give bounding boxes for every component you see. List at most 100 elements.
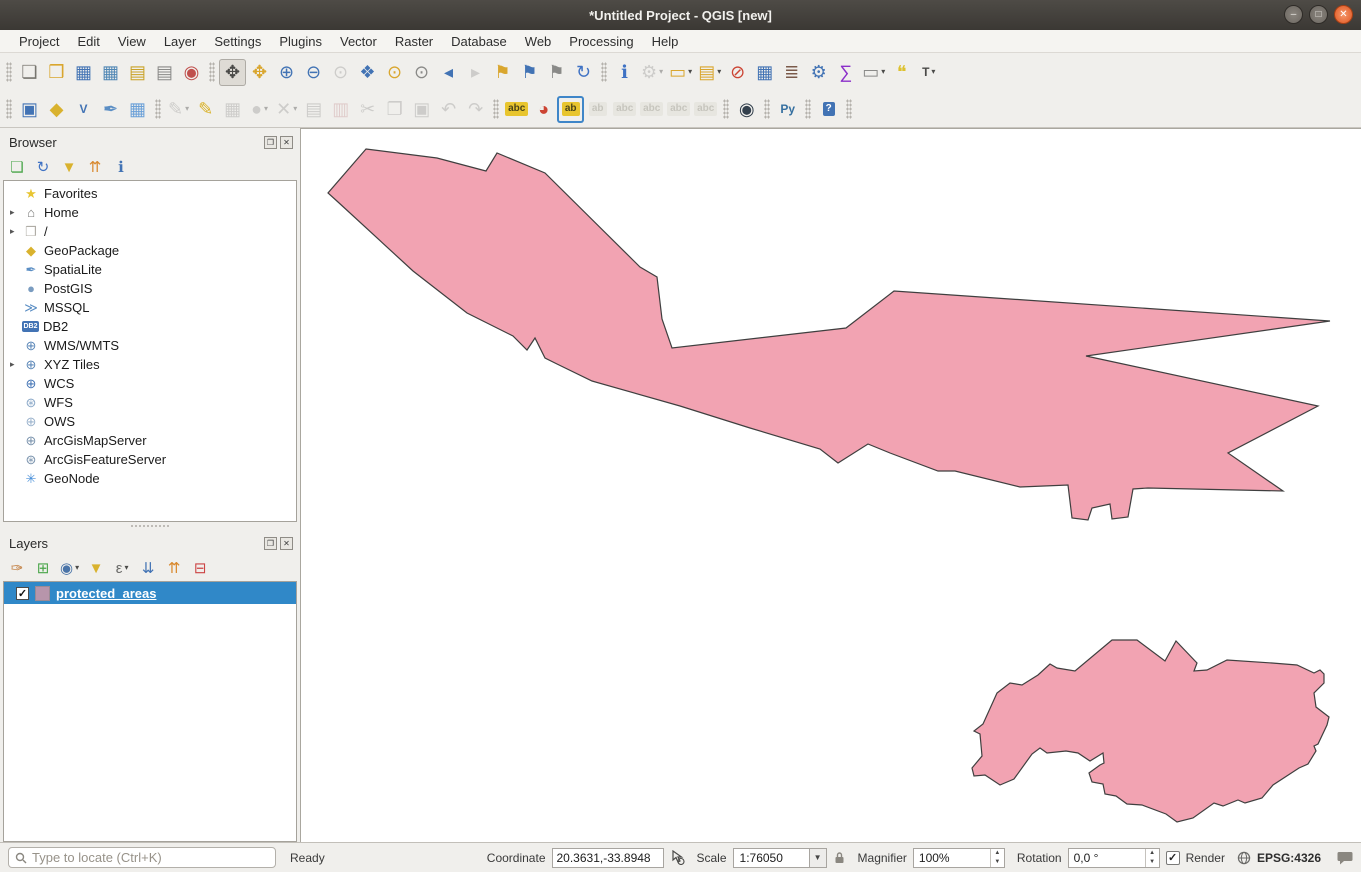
pan-map-button[interactable]: ✥▾ — [219, 59, 246, 86]
filter-by-expression-button[interactable]: ε▾ — [110, 556, 134, 580]
locator-search-input[interactable]: Type to locate (Ctrl+K) — [8, 847, 276, 868]
save-layer-edits-button[interactable]: ▦▾ — [219, 96, 246, 123]
browser-item-home[interactable]: ▸ ⌂ Home — [4, 203, 296, 222]
open-data-source-manager-button[interactable]: ▣▾ — [16, 96, 43, 123]
select-features-button[interactable]: ▭▾ — [666, 59, 695, 86]
processing-toolbox-button[interactable]: ⚙▾ — [805, 59, 832, 86]
scale-combobox[interactable]: 1:76050 ▼ — [733, 848, 827, 868]
python-console-button[interactable]: Py▾ — [774, 96, 801, 123]
open-layer-styling-button[interactable]: ✑▾ — [5, 556, 29, 580]
deselect-features-button[interactable]: ⊘▾ — [724, 59, 751, 86]
copy-features-button[interactable]: ❐▾ — [381, 96, 408, 123]
expand-arrow-icon[interactable]: ▸ — [10, 226, 22, 237]
panel-splitter[interactable] — [130, 524, 170, 529]
expand-arrow-icon[interactable]: ▸ — [10, 207, 22, 218]
dropdown-arrow-icon[interactable]: ▾ — [124, 564, 128, 572]
collapse-all-button[interactable]: ⇈▾ — [162, 556, 186, 580]
menu-plugins[interactable]: Plugins — [270, 31, 331, 52]
toolbar-separator[interactable] — [155, 99, 161, 119]
save-project-as-button[interactable]: ▦▾ — [97, 59, 124, 86]
dropdown-arrow-icon[interactable]: ▾ — [264, 105, 268, 113]
browser-item-geonode[interactable]: ▸ ✳ GeoNode — [4, 469, 296, 488]
open-project-button[interactable]: ❒▾ — [43, 59, 70, 86]
digitize-with-shape-button[interactable]: ●▾ — [246, 96, 273, 123]
toolbar-separator[interactable] — [846, 99, 852, 119]
browser-item-wms-wmts[interactable]: ▸ ⊕ WMS/WMTS — [4, 336, 296, 355]
layer-visibility-checkbox[interactable]: ✓ — [16, 587, 29, 600]
dropdown-arrow-icon[interactable]: ▾ — [75, 564, 79, 572]
extents-toggle-icon[interactable] — [670, 850, 685, 865]
move-label-button[interactable]: abc▾ — [638, 96, 665, 123]
new-spatial-bookmark-button[interactable]: ⚑▾ — [489, 59, 516, 86]
menu-layer[interactable]: Layer — [155, 31, 206, 52]
close-button[interactable]: ✕ — [1334, 5, 1353, 24]
manage-map-themes-button[interactable]: ◉▾ — [57, 556, 82, 580]
zoom-next-button[interactable]: ▸▾ — [462, 59, 489, 86]
coordinate-input[interactable]: 20.3631,-33.8948 — [552, 848, 664, 868]
refresh-map-button[interactable]: ↻▾ — [570, 59, 597, 86]
toolbar-separator[interactable] — [723, 99, 729, 119]
lock-scale-icon[interactable] — [833, 851, 846, 865]
rotate-label-button[interactable]: abc▾ — [665, 96, 692, 123]
measure-line-button[interactable]: ▭▾ — [859, 59, 888, 86]
maximize-button[interactable]: □ — [1309, 5, 1328, 24]
browser-item-geopackage[interactable]: ▸ ◆ GeoPackage — [4, 241, 296, 260]
menu-vector[interactable]: Vector — [331, 31, 386, 52]
toolbar-separator[interactable] — [764, 99, 770, 119]
dropdown-arrow-icon[interactable]: ▾ — [293, 105, 297, 113]
help-contents-button[interactable]: ?▾ — [815, 96, 842, 123]
menu-edit[interactable]: Edit — [68, 31, 108, 52]
dropdown-arrow-icon[interactable]: ▾ — [185, 105, 189, 113]
identify-features-button[interactable]: ℹ▾ — [611, 59, 638, 86]
remove-layer-button[interactable]: ⊟▾ — [188, 556, 212, 580]
magnifier-down-arrow[interactable]: ▼ — [991, 858, 1004, 867]
change-label-properties-button[interactable]: abc▾ — [692, 96, 719, 123]
show-layout-manager-button[interactable]: ▤▾ — [151, 59, 178, 86]
browser-item-arcgisfeatureserver[interactable]: ▸ ⊛ ArcGisFeatureServer — [4, 450, 296, 469]
modify-attributes-button[interactable]: ▤▾ — [300, 96, 327, 123]
refresh-browser-button[interactable]: ↻▾ — [31, 155, 55, 179]
menu-view[interactable]: View — [109, 31, 155, 52]
new-virtual-layer-button[interactable]: ▦▾ — [124, 96, 151, 123]
undo-button[interactable]: ↶▾ — [435, 96, 462, 123]
zoom-last-button[interactable]: ◂▾ — [435, 59, 462, 86]
browser-item-db2[interactable]: ▸ DB2 DB2 — [4, 317, 296, 336]
menu-raster[interactable]: Raster — [386, 31, 442, 52]
statistical-summary-button[interactable]: ∑▾ — [832, 59, 859, 86]
minimize-button[interactable]: – — [1284, 5, 1303, 24]
crs-status[interactable]: EPSG:4326 — [1257, 851, 1321, 865]
toolbar-separator[interactable] — [6, 99, 12, 119]
select-features-by-value-button[interactable]: ▤▾ — [695, 59, 724, 86]
filter-browser-button[interactable]: ▼▾ — [57, 155, 81, 179]
layers-float-button[interactable]: ❐ — [264, 537, 277, 550]
magnifier-spinbox[interactable]: 100% ▲▼ — [913, 848, 1005, 868]
menu-processing[interactable]: Processing — [560, 31, 642, 52]
menu-help[interactable]: Help — [643, 31, 688, 52]
toolbar-separator[interactable] — [805, 99, 811, 119]
zoom-to-selection-button[interactable]: ⊙▾ — [381, 59, 408, 86]
menu-database[interactable]: Database — [442, 31, 516, 52]
zoom-native-button[interactable]: ⊙▾ — [327, 59, 354, 86]
browser-close-button[interactable]: ✕ — [280, 136, 293, 149]
scale-dropdown-arrow-icon[interactable]: ▼ — [809, 849, 826, 867]
layer-labeling-button[interactable]: abc▾ — [503, 96, 530, 123]
metasearch-button[interactable]: ◉▾ — [733, 96, 760, 123]
menu-web[interactable]: Web — [516, 31, 561, 52]
rotation-spinbox[interactable]: 0,0 ° ▲▼ — [1068, 848, 1160, 868]
dropdown-arrow-icon[interactable]: ▾ — [717, 68, 721, 76]
browser-item-xyz-tiles[interactable]: ▸ ⊕ XYZ Tiles — [4, 355, 296, 374]
browser-collapse-all-button[interactable]: ⇈▾ — [83, 155, 107, 179]
map-tips-button[interactable]: ❝▾ — [888, 59, 915, 86]
expand-arrow-icon[interactable]: ▸ — [10, 359, 22, 370]
browser-item-wcs[interactable]: ▸ ⊕ WCS — [4, 374, 296, 393]
new-print-layout-button[interactable]: ▤▾ — [124, 59, 151, 86]
text-annotation-button[interactable]: T▾ — [915, 59, 942, 86]
magnifier-up-arrow[interactable]: ▲ — [991, 849, 1004, 858]
current-edits-button[interactable]: ✎▾ — [165, 96, 192, 123]
new-geopackage-layer-button[interactable]: ◆▾ — [43, 96, 70, 123]
cut-features-button[interactable]: ✂▾ — [354, 96, 381, 123]
dropdown-arrow-icon[interactable]: ▾ — [881, 68, 885, 76]
menu-settings[interactable]: Settings — [205, 31, 270, 52]
new-project-button[interactable]: ❏▾ — [16, 59, 43, 86]
vertex-tool-button[interactable]: ✕▾ — [273, 96, 300, 123]
